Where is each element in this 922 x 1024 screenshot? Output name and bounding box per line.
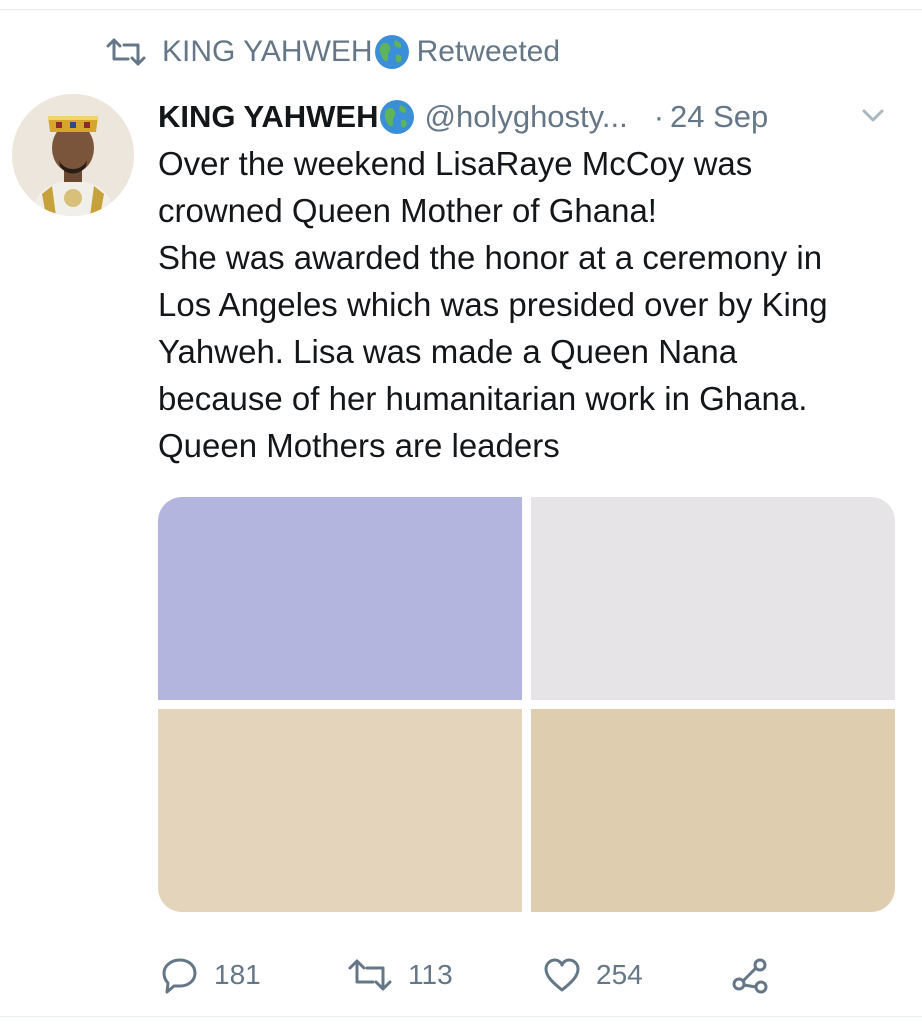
- header-separator: ·: [653, 99, 665, 134]
- reply-button[interactable]: 181: [160, 950, 261, 1000]
- bottom-divider: [0, 1016, 922, 1024]
- tweet-text-line: She was awarded the honor at a ceremony …: [158, 239, 823, 276]
- tweet-date[interactable]: 24 Sep: [670, 99, 768, 135]
- tweet-text-line: crowned Queen Mother of Ghana!: [158, 192, 657, 229]
- media-image-2[interactable]: [531, 497, 895, 700]
- like-count: 254: [596, 959, 643, 990]
- tweet-text: Over the weekend LisaRaye McCoy was crow…: [158, 140, 898, 469]
- share-button[interactable]: [730, 950, 784, 1000]
- tweet-text-line: because of her humanitarian work in Ghan…: [158, 380, 808, 417]
- tweet-header: KING YAHWEH @holyghosty... · 24 Sep: [158, 92, 892, 142]
- tweet-screen: KING YAHWEH Retweeted KING YAHWEH @holyg…: [0, 0, 922, 1024]
- retweet-context[interactable]: KING YAHWEH Retweeted: [104, 30, 560, 74]
- top-divider: [0, 0, 922, 10]
- like-icon: [544, 958, 580, 992]
- reply-icon: [162, 958, 197, 994]
- like-button[interactable]: 254: [542, 950, 643, 1000]
- retweeted-label: Retweeted: [416, 35, 561, 68]
- retweet-count: 113: [408, 959, 453, 990]
- display-name[interactable]: KING YAHWEH: [158, 99, 378, 135]
- globe-emoji-icon: [374, 35, 409, 69]
- tweet-actions: 181 113 254: [160, 950, 780, 1000]
- media-grid: [158, 497, 895, 912]
- globe-emoji-icon: [380, 100, 415, 134]
- tweet-text-line: Over the weekend LisaRaye McCoy was: [158, 145, 753, 182]
- avatar-image: [12, 94, 134, 216]
- chevron-down-icon[interactable]: [858, 104, 888, 128]
- retweeter-name[interactable]: KING YAHWEH: [162, 35, 373, 69]
- media-image-3[interactable]: [158, 709, 522, 912]
- retweet-icon: [348, 959, 392, 991]
- tweet-text-line: Los Angeles which was presided over by K…: [158, 286, 828, 323]
- retweet-icon: [106, 38, 146, 66]
- share-icon: [732, 958, 768, 994]
- avatar[interactable]: [12, 94, 134, 216]
- tweet-text-line: Yahweh. Lisa was made a Queen Nana: [158, 333, 738, 370]
- reply-count: 181: [214, 959, 261, 990]
- user-handle[interactable]: @holyghosty...: [424, 99, 627, 135]
- media-image-4[interactable]: [531, 709, 895, 912]
- tweet-text-line: Queen Mothers are leaders: [158, 427, 560, 464]
- media-image-1[interactable]: [158, 497, 522, 700]
- retweet-button[interactable]: 113: [346, 950, 453, 1000]
